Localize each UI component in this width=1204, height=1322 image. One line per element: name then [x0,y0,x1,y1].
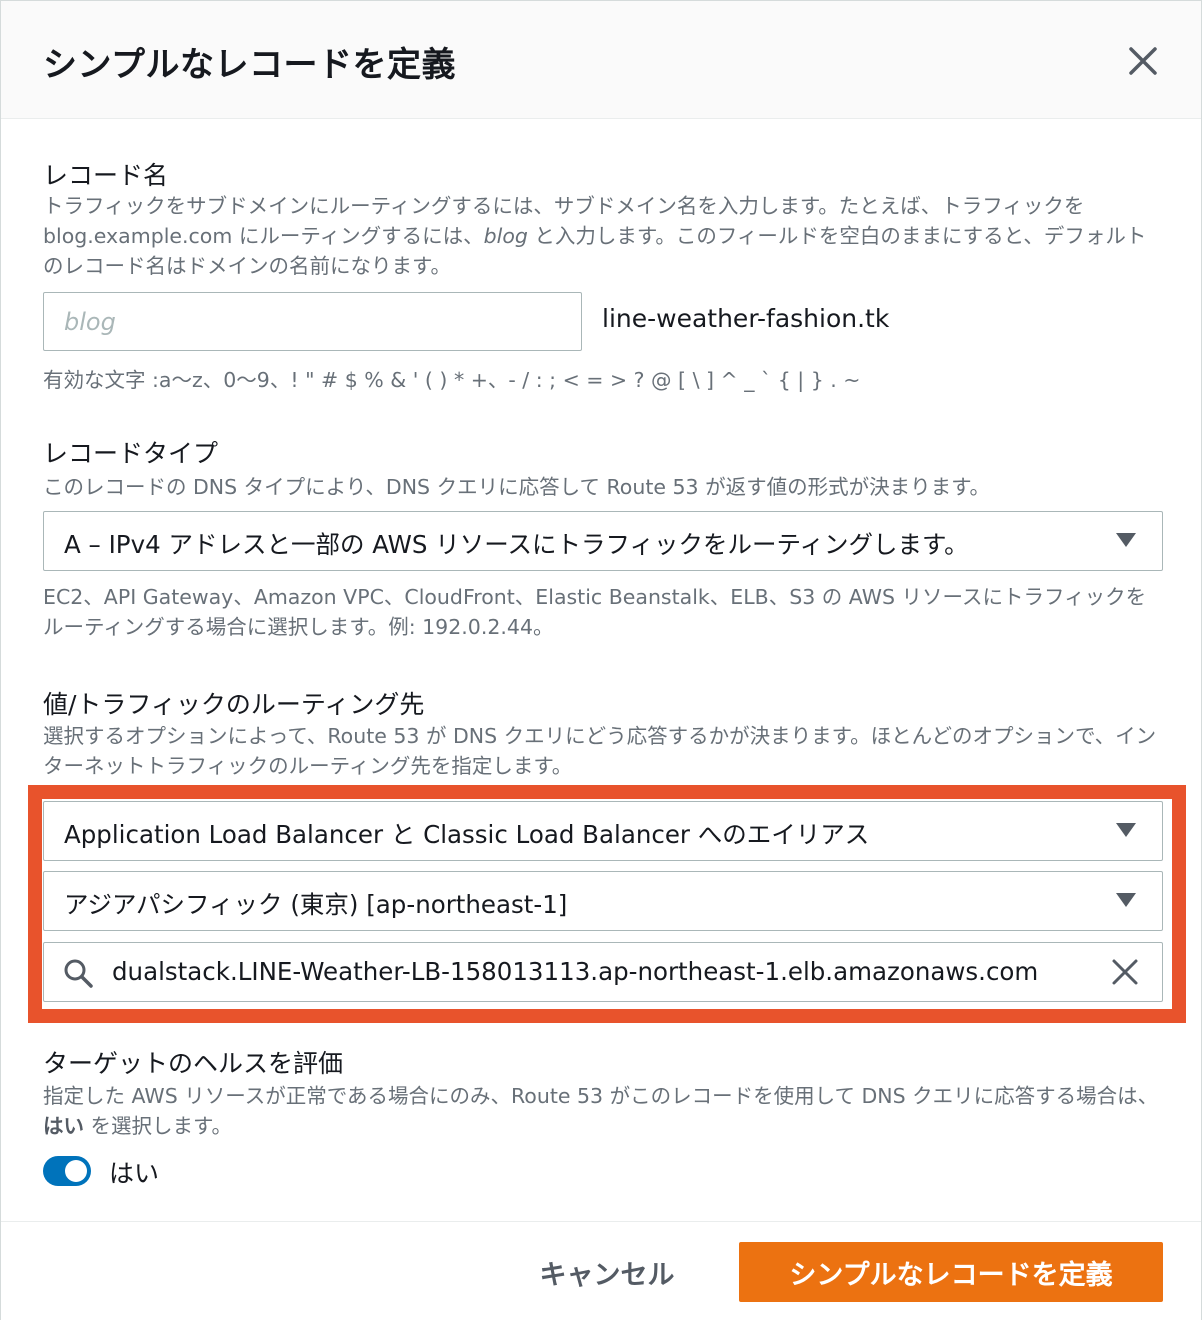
dialog-title: シンプルなレコードを定義 [43,45,456,85]
record-type-hint: EC2、API Gateway、Amazon VPC、CloudFront、El… [43,585,1147,639]
load-balancer-value: dualstack.LINE-Weather-LB-158013113.ap-n… [112,957,1039,986]
record-name-description: トラフィックをサブドメインにルーティングするには、サブドメイン名を入力します。た… [43,191,1163,281]
record-type-label: レコードタイプ [43,439,219,468]
close-icon [1129,47,1157,75]
route-target-label: 値/トラフィックのルーティング先 [43,690,425,719]
toggle-label: はい [109,1159,160,1188]
record-name-label: レコード名 [43,161,169,190]
route-target-description: 選択するオプションによって、Route 53 が DNS クエリにどう応答するか… [43,724,1157,778]
dialog-header: シンプルなレコードを定義 [1,1,1201,119]
domain-suffix: line-weather-fashion.tk [602,304,890,333]
define-simple-record-button[interactable]: シンプルなレコードを定義 [739,1242,1163,1302]
region-select[interactable]: アジアパシフィック (東京) [ap-northeast-1] [43,871,1163,931]
record-name-desc-emphasis: blog [483,224,528,248]
evaluate-health-label: ターゲットのヘルスを評価 [43,1049,344,1078]
define-simple-record-dialog: シンプルなレコードを定義 レコード名 トラフィックをサブドメインにルーティングす… [0,0,1202,1321]
dialog-footer: キャンセル シンプルなレコードを定義 [1,1221,1201,1321]
load-balancer-search-input[interactable]: dualstack.LINE-Weather-LB-158013113.ap-n… [43,942,1163,1002]
search-icon [64,959,93,988]
valid-characters-hint: 有効な文字 :a〜z、0〜9、! " # $ % & ' ( ) * +、- /… [43,368,861,392]
cancel-button[interactable]: キャンセル [517,1242,697,1302]
endpoint-type-selected-value: Application Load Balancer と Classic Load… [64,820,870,849]
health-desc-emphasis: はい [43,1114,84,1138]
region-selected-value: アジアパシフィック (東京) [ap-northeast-1] [64,890,568,919]
evaluate-health-toggle[interactable] [43,1156,91,1186]
toggle-knob [65,1160,87,1182]
clear-icon [1112,959,1138,985]
close-button[interactable] [1117,37,1167,87]
record-type-description: このレコードの DNS タイプにより、DNS クエリに応答して Route 53… [43,475,991,499]
health-desc-text-2: を選択します。 [84,1114,232,1138]
evaluate-health-description: 指定した AWS リソースが正常である場合にのみ、Route 53 がこのレコー… [43,1081,1163,1141]
record-type-select[interactable]: A – IPv4 アドレスと一部の AWS リソースにトラフィックをルーティング… [43,511,1163,571]
clear-input-button[interactable] [1108,955,1142,989]
record-type-selected-value: A – IPv4 アドレスと一部の AWS リソースにトラフィックをルーティング… [64,530,969,559]
endpoint-type-select[interactable]: Application Load Balancer と Classic Load… [43,801,1163,861]
caret-down-icon [1116,893,1136,907]
record-name-input[interactable] [43,292,582,351]
caret-down-icon [1116,823,1136,837]
caret-down-icon [1116,533,1136,547]
health-desc-text: 指定した AWS リソースが正常である場合にのみ、Route 53 がこのレコー… [43,1084,1159,1108]
